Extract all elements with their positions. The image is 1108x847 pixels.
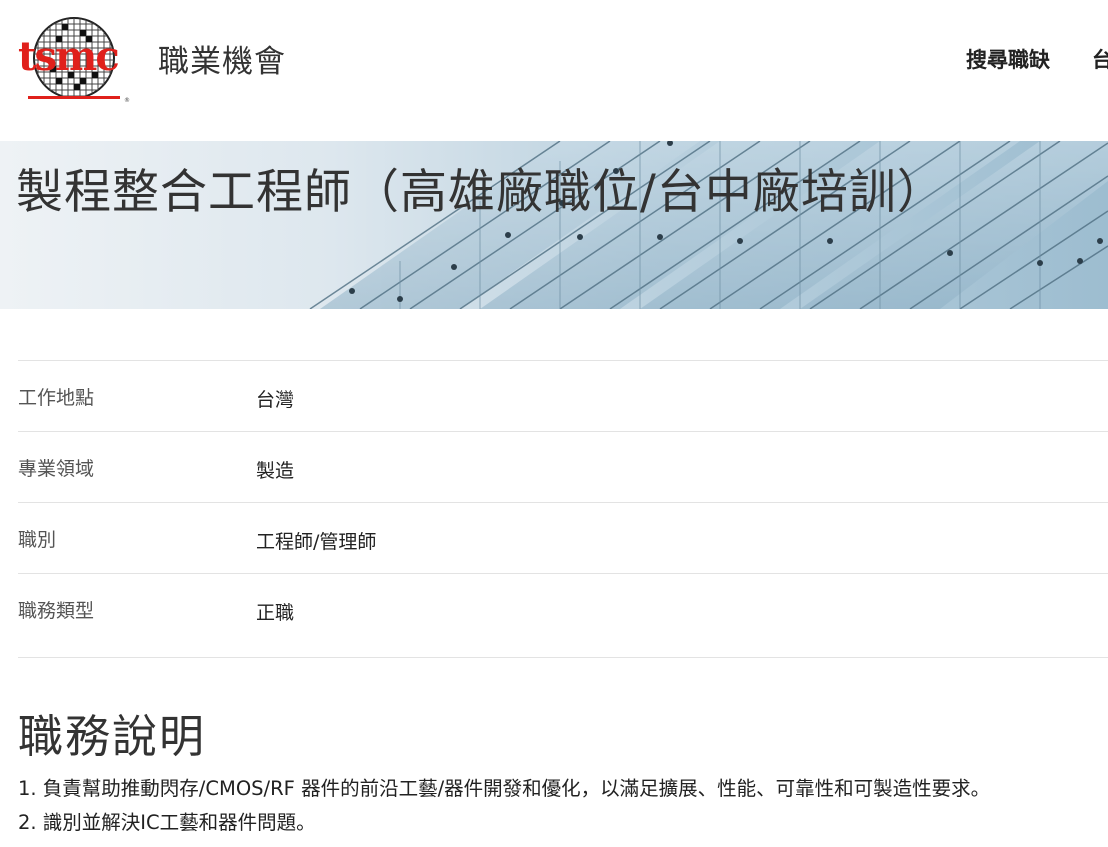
info-label: 專業領域 — [18, 458, 95, 480]
nav-region[interactable]: 台 — [1092, 44, 1108, 74]
info-label: 職務類型 — [18, 600, 95, 622]
info-row-job-type: 職務類型 正職 — [18, 574, 1108, 658]
info-value: 製造 — [256, 460, 295, 482]
job-title: 製程整合工程師（高雄廠職位/台中廠培訓） — [16, 165, 945, 220]
tsmc-logo[interactable]: tsmc ® — [16, 14, 134, 106]
info-row-category: 職別 工程師/管理師 — [18, 503, 1108, 574]
info-label: 工作地點 — [18, 387, 95, 409]
description-item: 2. 識別並解決IC工藝和器件問題。 — [18, 811, 316, 834]
info-label: 職別 — [18, 529, 57, 551]
info-value: 工程師/管理師 — [256, 531, 377, 553]
description-list: 1. 負責幫助推動閃存/CMOS/RF 器件的前沿工藝/器件開發和優化，以滿足擴… — [18, 774, 1108, 842]
info-row-field: 專業領域 製造 — [18, 432, 1108, 503]
job-banner: 製程整合工程師（高雄廠職位/台中廠培訓） — [0, 141, 1108, 309]
svg-text:tsmc: tsmc — [18, 33, 118, 80]
info-row-location: 工作地點 台灣 — [18, 361, 1108, 432]
info-value: 正職 — [256, 602, 295, 624]
site-title: 職業機會 — [158, 44, 286, 80]
description-title: 職務說明 — [18, 710, 207, 763]
site-header: tsmc ® 職業機會 搜尋職缺 台 — [0, 0, 1108, 141]
nav-search-jobs[interactable]: 搜尋職缺 — [966, 44, 1050, 74]
description-item: 1. 負責幫助推動閃存/CMOS/RF 器件的前沿工藝/器件開發和優化，以滿足擴… — [18, 777, 991, 800]
job-info-table: 工作地點 台灣 專業領域 製造 職別 工程師/管理師 職務類型 正職 — [18, 360, 1108, 658]
info-value: 台灣 — [256, 389, 295, 411]
svg-text:®: ® — [124, 97, 130, 104]
